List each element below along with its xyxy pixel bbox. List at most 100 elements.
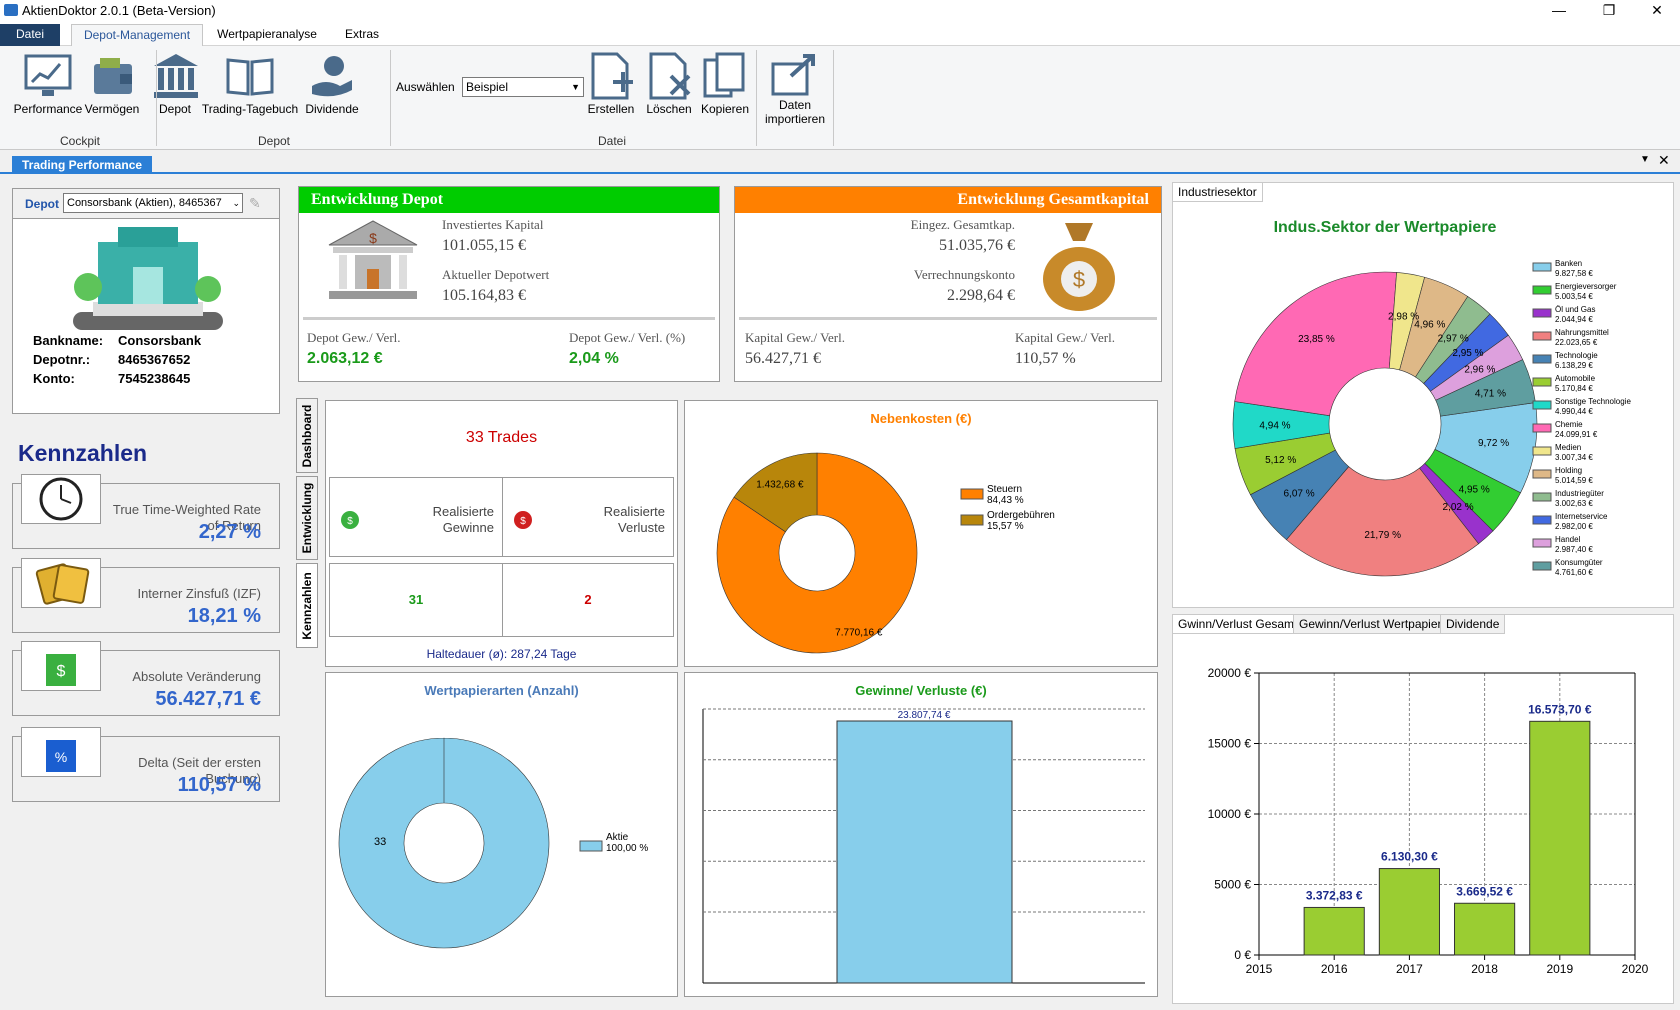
y-tick-label: 0 € bbox=[1234, 948, 1251, 962]
gewinne-verluste-panel: Gewinne/ Verluste (€) 23.807,74 € bbox=[684, 672, 1158, 997]
legend-name: Handel bbox=[1555, 535, 1581, 544]
kopieren-button[interactable]: Kopieren bbox=[698, 50, 752, 116]
chevron-down-icon: ⌄ bbox=[230, 194, 240, 212]
tab-dashboard[interactable]: Dashboard bbox=[296, 398, 318, 473]
edit-icon[interactable]: ✎ bbox=[249, 195, 261, 212]
svg-text:$: $ bbox=[1073, 267, 1085, 292]
gewinn-verlust-panel: Gwinn/Verlust Gesamt Gewinn/Verlust Wert… bbox=[1172, 614, 1674, 1004]
legend-swatch bbox=[1532, 538, 1552, 548]
tab-gewinn-verlust-wertpapiere[interactable]: Gewinn/Verlust Wertpapiere bbox=[1293, 614, 1455, 634]
loeschen-label: Löschen bbox=[646, 102, 692, 116]
depot-label: Depot bbox=[158, 102, 192, 116]
legend-swatch bbox=[1532, 308, 1552, 318]
legend-value: 2.982,00 € bbox=[1555, 522, 1593, 531]
legend-name: Nahrungsmittel bbox=[1555, 328, 1609, 337]
legend-name: Steuern bbox=[987, 484, 1022, 495]
tab-extras[interactable]: Extras bbox=[336, 24, 388, 46]
import-icon bbox=[771, 54, 815, 96]
legend-swatch bbox=[1532, 377, 1552, 387]
tab-entwicklung[interactable]: Entwicklung bbox=[296, 476, 318, 560]
group-datei: Datei bbox=[597, 134, 626, 148]
vermoegen-button[interactable]: Vermögen bbox=[84, 50, 140, 116]
tab-trading-performance[interactable]: Trading Performance bbox=[12, 156, 153, 174]
wallet-icon bbox=[94, 58, 132, 94]
realisierte-gewinne-box: $ Realisierte Gewinne bbox=[329, 477, 503, 557]
window-title: AktienDoktor 2.0.1 (Beta-Version) bbox=[22, 3, 216, 18]
daten-importieren-button[interactable]: Daten importieren bbox=[760, 50, 830, 126]
legend-name: Aktie bbox=[606, 832, 629, 843]
dividende-button[interactable]: Dividende bbox=[302, 50, 362, 116]
legend-value: 3.002,63 € bbox=[1555, 499, 1593, 508]
aktuell-value: 105.164,83 € bbox=[442, 287, 526, 304]
depot-select[interactable]: Beispiel ▼ bbox=[462, 77, 584, 97]
title-bar: AktienDoktor 2.0.1 (Beta-Version) — ❐ ✕ bbox=[0, 0, 1680, 22]
y-tick-label: 5000 € bbox=[1214, 878, 1251, 892]
legend-name: Automobile bbox=[1555, 374, 1596, 383]
haltedauer: Haltedauer (ø): 287,24 Tage bbox=[426, 647, 577, 661]
close-button[interactable]: ✕ bbox=[1634, 0, 1680, 22]
erstellen-button[interactable]: Erstellen bbox=[585, 50, 637, 116]
legend-swatch bbox=[1532, 285, 1552, 295]
chevron-down-icon: ▼ bbox=[571, 82, 580, 92]
book-icon bbox=[226, 58, 274, 96]
add-document-icon bbox=[591, 52, 633, 100]
aktuell-label: Aktueller Depotwert bbox=[442, 267, 550, 282]
legend-value: 5.170,84 € bbox=[1555, 384, 1593, 393]
legend-name: Technologie bbox=[1555, 351, 1598, 360]
kapital-gvp-label: Kapital Gew./ Verl. bbox=[1015, 330, 1116, 345]
eingez-label: Eingez. Gesamtkap. bbox=[910, 217, 1015, 232]
dividend-icon bbox=[312, 56, 352, 97]
tab-datei[interactable]: Datei bbox=[0, 24, 60, 46]
dropdown-icon[interactable]: ▼ bbox=[1640, 154, 1650, 165]
daten-label: Daten bbox=[778, 98, 812, 112]
svg-text:$: $ bbox=[369, 230, 377, 246]
legend-swatch bbox=[1532, 515, 1552, 525]
industry-pie-chart: 9,72 % 4,95 % 2,02 % 21,79 % 6,07 % 5,12 % 4,9… bbox=[1232, 259, 1631, 577]
tab-gwinn-verlust-gesamt[interactable]: Gwinn/Verlust Gesamt bbox=[1172, 614, 1304, 634]
y-tick-label: 10000 € bbox=[1208, 807, 1252, 821]
legend-value: 3.007,34 € bbox=[1555, 453, 1593, 462]
loeschen-button[interactable]: Löschen bbox=[643, 50, 695, 116]
depotnr-value: 8465367652 bbox=[118, 352, 191, 367]
bank-icon bbox=[154, 54, 198, 98]
money-bag-icon: $ bbox=[1043, 223, 1115, 311]
konto-label: Konto: bbox=[33, 371, 75, 386]
performance-button[interactable]: Performance bbox=[10, 50, 86, 116]
minimize-button[interactable]: — bbox=[1536, 0, 1582, 22]
legend-swatch bbox=[1532, 262, 1552, 272]
trading-tagebuch-button[interactable]: Trading-Tagebuch bbox=[200, 50, 300, 116]
legend-value: 9.827,58 € bbox=[1555, 269, 1593, 278]
legend-swatch bbox=[1532, 492, 1552, 502]
kapital-gvp-value: 110,57 % bbox=[1015, 350, 1076, 367]
menu-bar: Datei Depot-Management Wertpapieranalyse… bbox=[0, 22, 1680, 46]
industry-pct-label: 4,94 % bbox=[1259, 421, 1290, 432]
investiert-label: Investiertes Kapital bbox=[442, 217, 544, 232]
trades-panel: 33 Trades $ Realisierte Gewinne $ Realis… bbox=[325, 400, 678, 667]
depot-button[interactable]: Depot bbox=[150, 50, 200, 116]
tab-wertpapieranalyse[interactable]: Wertpapieranalyse bbox=[208, 24, 326, 46]
industry-pct-label: 4,96 % bbox=[1414, 320, 1445, 331]
close-tab-icon[interactable]: ✕ bbox=[1658, 152, 1670, 169]
money-bag-green-icon: $ bbox=[341, 511, 359, 529]
tab-entwicklung-label: Entwicklung bbox=[300, 482, 314, 554]
industry-pct-label: 5,12 % bbox=[1265, 455, 1296, 466]
maximize-button[interactable]: ❐ bbox=[1586, 0, 1632, 22]
verluste-count: 2 bbox=[502, 563, 674, 637]
depot-label: Depot bbox=[25, 197, 59, 211]
kopieren-label: Kopieren bbox=[700, 102, 750, 116]
legend-swatch bbox=[960, 488, 984, 500]
gewinn-verlust-bar-chart: 0 € 5000 € 10000 € 15000 € 20000 € 2015 2016 20… bbox=[1208, 666, 1649, 976]
wertpapierarten-donut: 33 Aktie100,00 % bbox=[338, 737, 648, 949]
depot-dropdown[interactable]: Consorsbank (Aktien), 8465367 ⌄ bbox=[63, 193, 243, 213]
tab-kennzahlen[interactable]: Kennzahlen bbox=[296, 563, 318, 648]
y-tick-label: 20000 € bbox=[1208, 666, 1252, 680]
verluste-label: Realisierte Verluste bbox=[603, 504, 665, 535]
tab-depot-management[interactable]: Depot-Management bbox=[71, 24, 203, 46]
industry-pct-label: 23,85 % bbox=[1298, 334, 1335, 345]
bar-label-2017: 6.130,30 € bbox=[1381, 850, 1438, 864]
tab-dividende[interactable]: Dividende bbox=[1440, 614, 1506, 634]
eingez-value: 51.035,76 € bbox=[939, 237, 1015, 254]
legend-pct: 15,57 % bbox=[987, 521, 1024, 532]
dividende-label: Dividende bbox=[305, 102, 359, 116]
legend-name: Chemie bbox=[1555, 420, 1583, 429]
